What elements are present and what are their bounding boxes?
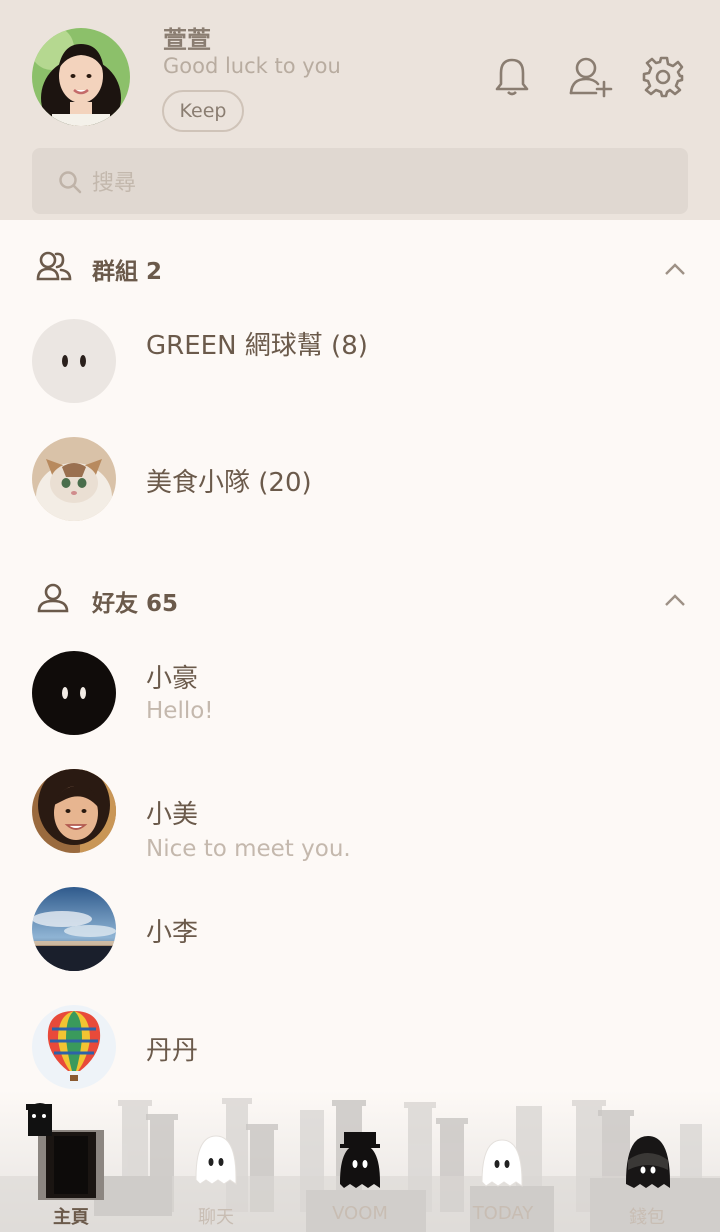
search-icon: [58, 170, 82, 194]
friend-status: Nice to meet you.: [146, 836, 351, 862]
bell-icon[interactable]: [490, 54, 534, 98]
friends-section-title: 好友 65: [92, 591, 179, 617]
group-avatar-green[interactable]: [32, 319, 116, 403]
profile-avatar[interactable]: [32, 28, 130, 126]
nav-tab-chat[interactable]: 聊天: [198, 1203, 234, 1229]
friend-avatar[interactable]: [32, 769, 116, 853]
friend-avatar[interactable]: [32, 651, 116, 735]
nav-tab-voom[interactable]: VOOM: [332, 1203, 388, 1224]
nav-tab-home[interactable]: 主頁: [53, 1203, 89, 1229]
group-avatar-food[interactable]: [32, 437, 116, 521]
group-icon: [36, 250, 72, 284]
friend-name[interactable]: 小豪: [146, 658, 198, 695]
group-name[interactable]: 美食小隊 (20): [146, 462, 312, 499]
nav-tab-wallet[interactable]: 錢包: [629, 1203, 665, 1229]
group-name[interactable]: GREEN 網球幫 (8): [146, 325, 368, 362]
profile-status[interactable]: Good luck to you: [163, 54, 341, 78]
keep-button[interactable]: Keep: [162, 90, 244, 132]
nav-tab-today[interactable]: TODAY: [473, 1203, 534, 1224]
groups-collapse-chevron-icon[interactable]: [664, 261, 686, 275]
friend-status: Hello!: [146, 698, 214, 724]
search-input[interactable]: 搜尋: [92, 165, 136, 197]
groups-section-title: 群組 2: [92, 259, 163, 285]
friend-icon: [36, 582, 70, 616]
friend-name[interactable]: 丹丹: [146, 1030, 198, 1067]
add-friend-icon[interactable]: [568, 54, 613, 98]
settings-icon[interactable]: [642, 54, 686, 98]
friend-name[interactable]: 小李: [146, 912, 198, 949]
friend-name[interactable]: 小美: [146, 794, 198, 831]
friends-collapse-chevron-icon[interactable]: [664, 592, 686, 606]
friend-avatar[interactable]: [32, 1005, 116, 1089]
friend-avatar[interactable]: [32, 887, 116, 971]
profile-name: 萱萱: [163, 26, 211, 54]
